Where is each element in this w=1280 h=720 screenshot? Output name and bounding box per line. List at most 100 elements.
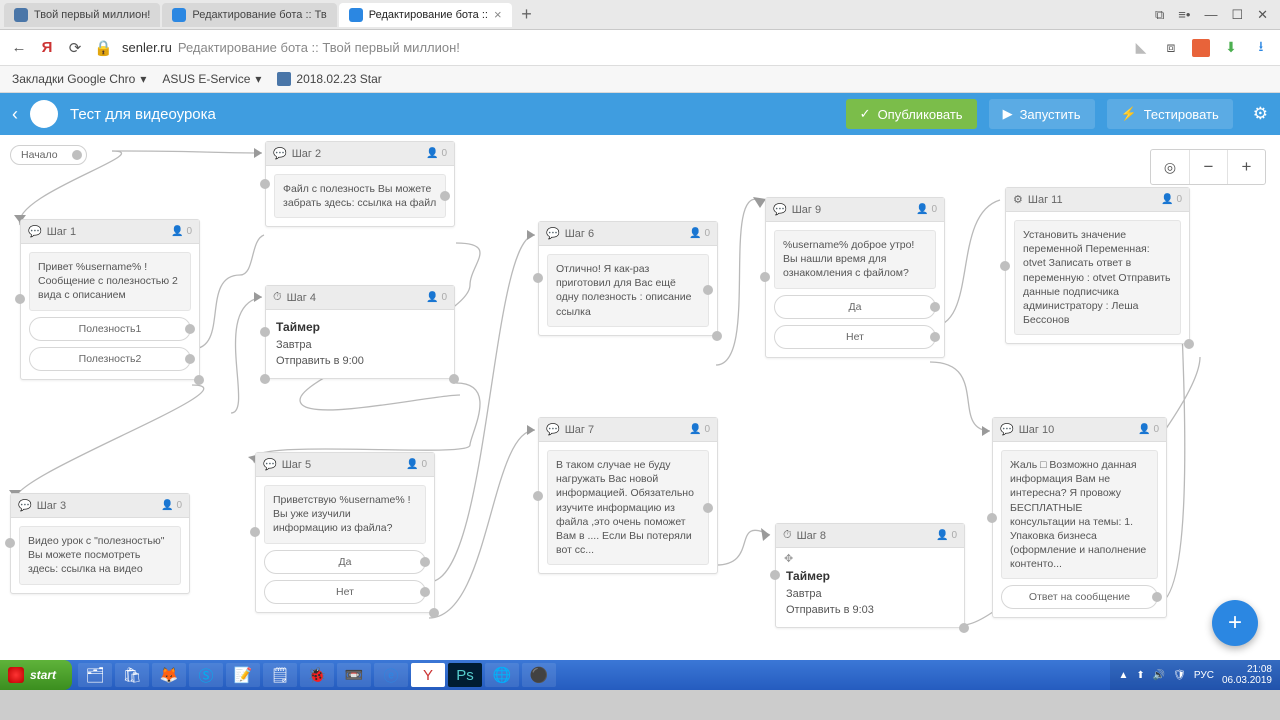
- ext-icon[interactable]: [1192, 39, 1210, 57]
- page-title: Тест для видеоурока: [70, 106, 834, 123]
- taskbar-app-icon[interactable]: Y: [411, 663, 445, 687]
- option-yes[interactable]: Да: [774, 295, 936, 319]
- add-button[interactable]: +: [1212, 600, 1258, 646]
- block-step-8[interactable]: ⏱Шаг 8👤 0 ✥ ТаймерЗавтраОтправить в 9:03: [775, 523, 965, 628]
- gear-icon[interactable]: ⚙: [1253, 104, 1268, 124]
- block-step-10[interactable]: 💬Шаг 10👤 0 Жаль □ Возможно данная информ…: [992, 417, 1167, 618]
- new-tab-button[interactable]: +: [514, 2, 540, 28]
- taskbar-app-icon[interactable]: ⚫: [522, 663, 556, 687]
- publish-button[interactable]: ✓ Опубликовать: [846, 99, 977, 129]
- bookmark-icon[interactable]: ◣: [1132, 39, 1150, 57]
- message-text: Жаль □ Возможно данная информация Вам не…: [1001, 450, 1158, 579]
- move-icon[interactable]: ✥: [784, 553, 793, 565]
- flow-canvas[interactable]: Начало 💬Шаг 1👤 0 Привет %username% ! Соо…: [0, 135, 1280, 660]
- taskbar-app-icon[interactable]: ⓔ: [374, 663, 408, 687]
- message-text: Файл с полезность Вы можете забрать здес…: [274, 174, 446, 218]
- tray-icon[interactable]: 🔊: [1153, 670, 1165, 681]
- message-text: Установить значение переменной Переменна…: [1014, 220, 1181, 335]
- chat-icon: 💬: [273, 147, 287, 160]
- block-step-11[interactable]: ⚙Шаг 11👤 0 Установить значение переменно…: [1005, 187, 1190, 344]
- vk-icon: [277, 72, 291, 86]
- block-step-3[interactable]: 💬Шаг 3👤 0 Видео урок с "полезностью" Вы …: [10, 493, 190, 594]
- extensions-icon[interactable]: ≡•: [1178, 7, 1190, 23]
- lock-icon: 🔒: [94, 39, 112, 57]
- option-button[interactable]: Полезность2: [29, 347, 191, 371]
- zoom-out-button[interactable]: −: [1189, 150, 1227, 184]
- window-maximize-icon[interactable]: ☐: [1231, 7, 1243, 23]
- message-text: Видео урок с "полезностью" Вы можете пос…: [19, 526, 181, 585]
- close-icon[interactable]: ×: [494, 7, 502, 22]
- browser-tab-bar: Твой первый миллион! Редактирование бота…: [0, 0, 1280, 30]
- settings-icon: ⚙: [1013, 193, 1023, 206]
- chat-icon: 💬: [773, 203, 787, 216]
- download-icon[interactable]: ⭳: [1252, 39, 1270, 57]
- block-step-6[interactable]: 💬Шаг 6👤 0 Отлично! Я как-раз приготовил …: [538, 221, 718, 336]
- taskbar-app-icon[interactable]: 🛍: [115, 663, 149, 687]
- bookmark-item[interactable]: ASUS E-Service▾: [162, 72, 261, 86]
- block-step-1[interactable]: 💬Шаг 1👤 0 Привет %username% ! Сообщение …: [20, 219, 200, 380]
- tray-clock[interactable]: 21:0806.03.2019: [1222, 664, 1272, 686]
- cube-icon[interactable]: ⧈: [1162, 39, 1180, 57]
- block-step-7[interactable]: 💬Шаг 7👤 0 В таком случае не буду нагружа…: [538, 417, 718, 574]
- avatar: [30, 100, 58, 128]
- start-node[interactable]: Начало: [10, 145, 87, 165]
- option-yes[interactable]: Да: [264, 550, 426, 574]
- bookmark-item[interactable]: 2018.02.23 Star: [277, 72, 381, 86]
- back-icon[interactable]: ←: [10, 39, 28, 56]
- message-text: В таком случае не буду нагружать Вас нов…: [547, 450, 709, 565]
- message-text: %username% доброе утро! Вы нашли время д…: [774, 230, 936, 289]
- block-step-4[interactable]: ⏱Шаг 4👤 0 ТаймерЗавтраОтправить в 9:00: [265, 285, 455, 379]
- tray-icon[interactable]: ⬆: [1136, 670, 1144, 681]
- run-button[interactable]: ▶ Запустить: [989, 99, 1095, 129]
- option-no[interactable]: Нет: [264, 580, 426, 604]
- start-button[interactable]: start: [0, 660, 72, 690]
- clock-icon: ⏱: [273, 291, 282, 304]
- address-bar: ← Я ⟳ 🔒 senler.ru Редактирование бота ::…: [0, 30, 1280, 66]
- message-text: Приветствую %username% ! Вы уже изучили …: [264, 485, 426, 544]
- window-minimize-icon[interactable]: —: [1204, 7, 1217, 23]
- option-no[interactable]: Нет: [774, 325, 936, 349]
- app-header: ‹ Тест для видеоурока ✓ Опубликовать ▶ З…: [0, 93, 1280, 135]
- block-step-2[interactable]: 💬Шаг 2👤 0 Файл с полезность Вы можете за…: [265, 141, 455, 227]
- chat-icon: 💬: [1000, 423, 1014, 436]
- yandex-icon[interactable]: Я: [38, 39, 56, 56]
- chat-icon: 💬: [18, 499, 32, 512]
- taskbar-app-icon[interactable]: 📝: [226, 663, 260, 687]
- taskbar-app-icon[interactable]: 🦊: [152, 663, 186, 687]
- option-button[interactable]: Ответ на сообщение: [1001, 585, 1158, 609]
- tray-lang[interactable]: РУС: [1194, 670, 1214, 681]
- taskbar-app-icon[interactable]: 🗒: [263, 663, 297, 687]
- bookmark-item[interactable]: Закладки Google Chro▾: [12, 72, 146, 86]
- taskbar-app-icon[interactable]: 📼: [337, 663, 371, 687]
- test-button[interactable]: ⚡ Тестировать: [1107, 99, 1233, 129]
- back-button[interactable]: ‹: [12, 104, 18, 125]
- browser-tab-active[interactable]: Редактирование бота ::×: [339, 3, 512, 27]
- browser-tab[interactable]: Редактирование бота :: Тв: [162, 3, 336, 27]
- chat-icon: 💬: [546, 227, 560, 240]
- taskbar-app-icon[interactable]: 🐞: [300, 663, 334, 687]
- reload-icon[interactable]: ⟳: [66, 39, 84, 57]
- tray-icon[interactable]: 🛡: [1173, 670, 1186, 681]
- taskbar-app-icon[interactable]: 🗂: [78, 663, 112, 687]
- taskbar-app-icon[interactable]: Ⓢ: [189, 663, 223, 687]
- url-display[interactable]: senler.ru Редактирование бота :: Твой пе…: [122, 40, 460, 55]
- message-text: Отлично! Я как-раз приготовил для Вас ещ…: [547, 254, 709, 327]
- window-close-icon[interactable]: ✕: [1257, 7, 1268, 23]
- taskbar-app-icon[interactable]: Ps: [448, 663, 482, 687]
- zoom-in-button[interactable]: +: [1227, 150, 1265, 184]
- zoom-controls: ◎ − +: [1150, 149, 1266, 185]
- chat-icon: 💬: [263, 458, 277, 471]
- tray-icon[interactable]: ▲: [1118, 670, 1128, 681]
- browser-tab[interactable]: Твой первый миллион!: [4, 3, 160, 27]
- clock-icon: ⏱: [783, 529, 792, 542]
- chat-icon: 💬: [546, 423, 560, 436]
- panel-icon[interactable]: ⧉: [1155, 7, 1164, 23]
- chat-icon: 💬: [28, 225, 42, 238]
- ext-icon[interactable]: ⬇: [1222, 39, 1240, 57]
- option-button[interactable]: Полезность1: [29, 317, 191, 341]
- zoom-center-icon[interactable]: ◎: [1151, 150, 1189, 184]
- message-text: Привет %username% ! Сообщение с полезнос…: [29, 252, 191, 311]
- block-step-5[interactable]: 💬Шаг 5👤 0 Приветствую %username% ! Вы уж…: [255, 452, 435, 613]
- block-step-9[interactable]: 💬Шаг 9👤 0 %username% доброе утро! Вы наш…: [765, 197, 945, 358]
- taskbar-app-icon[interactable]: 🌐: [485, 663, 519, 687]
